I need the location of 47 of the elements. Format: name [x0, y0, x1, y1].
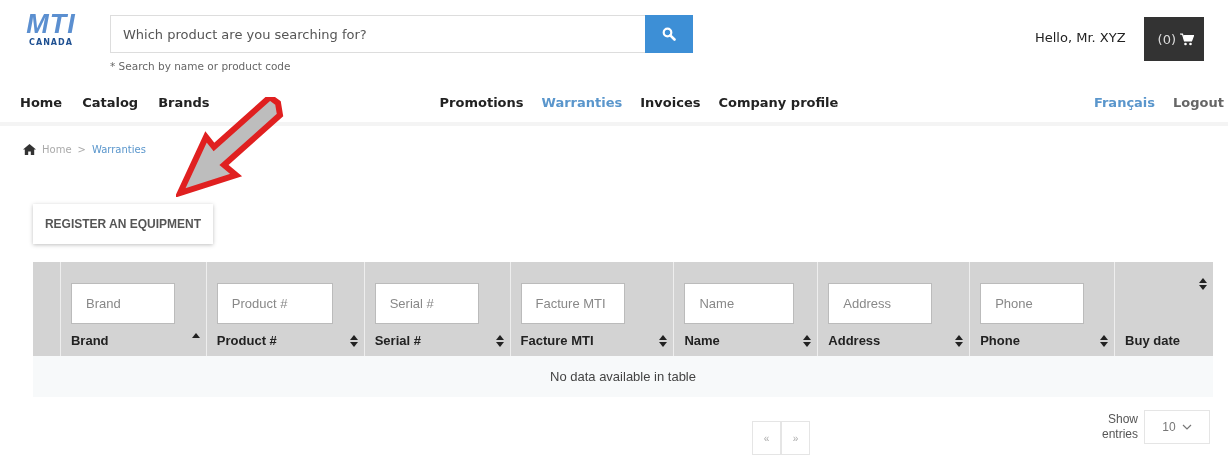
column-header[interactable]: Facture MTI	[520, 333, 594, 348]
column-header[interactable]: Buy date	[1125, 333, 1180, 348]
sort-icon[interactable]	[349, 334, 358, 347]
logo[interactable]: MTI CANADA	[20, 10, 82, 47]
logout-link[interactable]: Logout	[1173, 94, 1224, 110]
logo-text: MTI	[26, 10, 76, 38]
filter-field[interactable]: Product #	[216, 283, 333, 324]
chevron-down-icon	[1181, 424, 1192, 430]
column-header[interactable]: Address	[828, 333, 881, 348]
cart-icon	[1180, 32, 1194, 46]
column-header[interactable]: Brand	[70, 333, 109, 348]
breadcrumb-separator: >	[77, 144, 86, 155]
sort-icon[interactable]	[1199, 278, 1207, 290]
column-header[interactable]: Product #	[216, 333, 277, 348]
page-size-select[interactable]: 10	[1144, 410, 1210, 444]
nav-link[interactable]: Brands	[158, 94, 210, 110]
page-size-label: Show entries	[1100, 412, 1138, 442]
filter-field[interactable]: Facture MTI	[520, 283, 625, 324]
sort-up-icon[interactable]	[191, 333, 200, 338]
sort-icon[interactable]	[803, 334, 812, 347]
filter-field[interactable]: Address	[828, 283, 933, 324]
filter-field[interactable]: Name	[684, 283, 795, 324]
search-button[interactable]	[645, 15, 693, 53]
nav-link[interactable]: Invoices	[640, 94, 701, 110]
nav-link[interactable]: Catalog	[82, 94, 139, 110]
nav-link[interactable]: Promotions	[439, 94, 524, 110]
empty-message: No data available in table	[550, 369, 696, 384]
search-field[interactable]: Which product are you searching for?	[110, 15, 645, 53]
register-button[interactable]: REGISTER AN EQUIPMENT	[33, 204, 213, 244]
column-header[interactable]: Serial #	[374, 333, 421, 348]
nav-link[interactable]: Home	[20, 94, 63, 110]
sort-icon[interactable]	[495, 334, 504, 347]
search-icon	[662, 27, 676, 41]
sort-icon[interactable]	[659, 334, 668, 347]
logo-subtitle: CANADA	[29, 38, 73, 47]
search-hint: * Search by name or product code	[110, 60, 292, 72]
greeting: Hello, Mr. XYZ	[1034, 30, 1126, 45]
filter-field[interactable]: Serial #	[374, 283, 479, 324]
sort-icon[interactable]	[955, 334, 964, 347]
nav-link[interactable]: Company profile	[718, 94, 839, 110]
filter-field[interactable]: Phone	[980, 283, 1085, 324]
home-icon	[23, 144, 36, 155]
filter-field[interactable]: Brand	[70, 283, 175, 324]
column-header[interactable]: Phone	[980, 333, 1020, 348]
cart-button[interactable]: (0)	[1143, 17, 1204, 61]
sort-icon[interactable]	[1100, 334, 1109, 347]
column-header[interactable]: Name	[684, 333, 720, 348]
